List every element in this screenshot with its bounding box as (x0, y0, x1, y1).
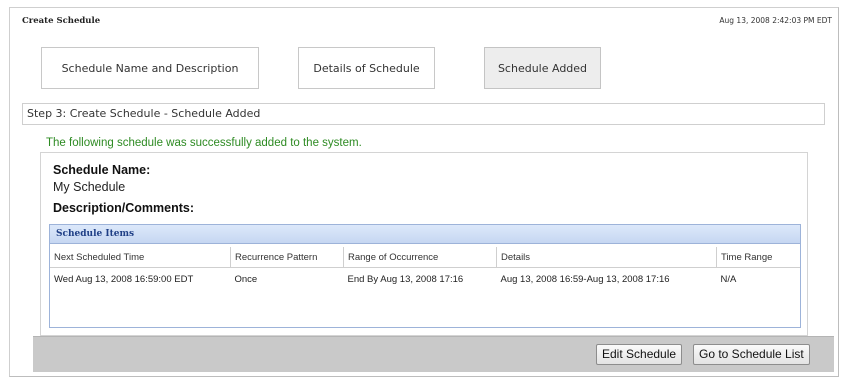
schedule-name-value: My Schedule (53, 180, 126, 194)
step-tab-name-description[interactable]: Schedule Name and Description (41, 47, 259, 89)
schedule-items-title: Schedule Items (50, 225, 800, 244)
schedule-items-panel: Schedule Items Next Scheduled Time Recur… (49, 224, 801, 328)
description-label: Description/Comments: (53, 201, 194, 215)
column-header: Next Scheduled Time (50, 247, 231, 268)
table-header-row: Next Scheduled Time Recurrence Pattern R… (50, 247, 800, 268)
schedule-items-table: Next Scheduled Time Recurrence Pattern R… (50, 247, 800, 290)
success-message: The following schedule was successfully … (46, 137, 362, 149)
column-header: Recurrence Pattern (230, 247, 344, 268)
table-cell: End By Aug 13, 2008 17:16 (347, 273, 464, 285)
step-title: Step 3: Create Schedule - Schedule Added (22, 103, 825, 125)
step-tab-schedule-added[interactable]: Schedule Added (484, 47, 601, 89)
table-cell: Wed Aug 13, 2008 16:59:00 EDT (54, 273, 194, 285)
edit-schedule-button[interactable]: Edit Schedule (596, 344, 683, 365)
go-to-schedule-list-button[interactable]: Go to Schedule List (693, 344, 810, 365)
step-tab-details[interactable]: Details of Schedule (298, 47, 435, 89)
table-row: Wed Aug 13, 2008 16:59:00 EDT Once End B… (50, 268, 800, 291)
table-cell: Once (234, 273, 258, 285)
schedule-details: Schedule Name: My Schedule Description/C… (40, 152, 808, 336)
page-title: Create Schedule (22, 16, 101, 26)
column-header: Range of Occurrence (343, 247, 497, 268)
timestamp: Aug 13, 2008 2:42:03 PM EDT (719, 16, 832, 25)
schedule-name-label: Schedule Name: (53, 163, 151, 177)
table-cell: N/A (720, 273, 737, 285)
column-header: Details (496, 247, 717, 268)
button-bar: Edit Schedule Go to Schedule List (33, 336, 834, 372)
table-cell: Aug 13, 2008 16:59-Aug 13, 2008 17:16 (500, 273, 670, 285)
column-header: Time Range (716, 247, 800, 268)
